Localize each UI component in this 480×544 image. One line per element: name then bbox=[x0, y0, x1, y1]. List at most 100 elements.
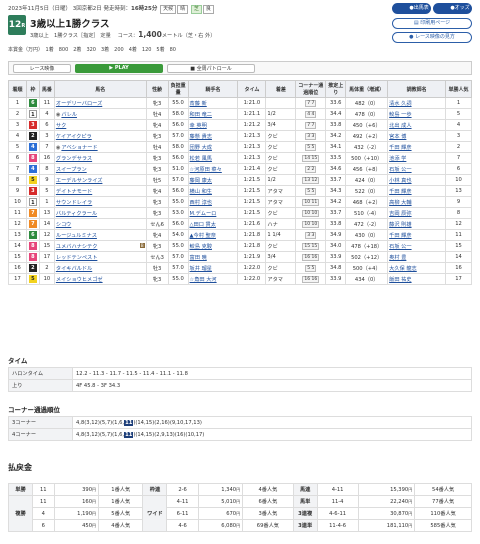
horse-name-link[interactable]: サク bbox=[56, 123, 66, 129]
jockey-link[interactable]: 鮫島 克駿 bbox=[190, 244, 212, 250]
jockey-link[interactable]: 坂井 瑠星 bbox=[190, 266, 212, 272]
cell-trainer: 飯田 祐史 bbox=[387, 273, 446, 285]
payout-row: 単勝 11 390円 1番人気 枠連 2-6 1,340円 4番人気 馬連 4-11 15,390円… bbox=[8, 483, 472, 496]
payout-popularity: 54番人気 bbox=[414, 483, 472, 496]
jockey-link[interactable]: 横山 和生 bbox=[190, 189, 212, 195]
payout-popularity: 69番人気 bbox=[242, 519, 294, 532]
trainer-link[interactable]: 北出 成人 bbox=[389, 123, 411, 129]
jockey-link[interactable]: 松若 風馬 bbox=[190, 156, 212, 162]
horse-name-link[interactable]: オーデリーバローズ bbox=[56, 101, 102, 107]
payout-amount: 1,340円 bbox=[197, 483, 244, 496]
cell-last: 34.1 bbox=[325, 141, 347, 153]
cell-horse: シコウ bbox=[53, 218, 147, 230]
frame-number: 3 bbox=[28, 187, 37, 195]
cell-corner: 15 15 bbox=[295, 240, 327, 252]
cell-sex-age: 牝3 bbox=[145, 163, 169, 175]
cell-corner: 16 16 bbox=[295, 273, 327, 285]
horse-name-link[interactable]: エーデルサンライズ bbox=[56, 178, 103, 184]
horse-name-link[interactable]: ユメバハナシテク bbox=[56, 244, 98, 250]
cell-rank: 9 bbox=[8, 185, 27, 197]
cell-rank: 12 bbox=[8, 218, 27, 230]
corner-positions: 7 7 bbox=[305, 99, 317, 107]
trainer-link[interactable]: 石坂 公一 bbox=[389, 167, 411, 173]
frame-number: 8 bbox=[28, 242, 37, 250]
cell-time: 1:21.6 bbox=[237, 218, 267, 230]
cell-sex-age: 牡4 bbox=[145, 141, 169, 153]
cell-corner: 2 2 bbox=[295, 163, 327, 175]
jockey-link[interactable]: 藤岡 康太 bbox=[190, 178, 212, 184]
play-video-button[interactable]: ▶ PLAY bbox=[75, 64, 163, 73]
trainer-link[interactable]: 千田 輝彦 bbox=[389, 189, 411, 195]
cell-pop: 3 bbox=[444, 130, 473, 142]
horse-name-link[interactable]: グランデサラス bbox=[56, 156, 92, 162]
trainer-link[interactable]: 高柳 大輔 bbox=[389, 200, 411, 206]
horse-name-link[interactable]: デイトナモード bbox=[56, 189, 92, 195]
print-page-button[interactable]: ▤ 印刷用ページ bbox=[392, 18, 472, 29]
cell-time: 1:21.3 bbox=[237, 141, 267, 153]
cell-jockey: ☆河原田 菜々 bbox=[187, 163, 239, 175]
jockey-link[interactable]: ☆河原田 菜々 bbox=[190, 167, 222, 173]
trainer-link[interactable]: 藤沢 則雄 bbox=[389, 222, 411, 228]
trainer-link[interactable]: 大久保 龍志 bbox=[389, 266, 417, 272]
yen-unit: 円 bbox=[92, 486, 97, 492]
horse-name-link[interactable]: サウンドレイラ bbox=[56, 200, 92, 206]
horse-name-link[interactable]: タイキバルドル bbox=[56, 266, 92, 272]
jockey-link[interactable]: 西村 淳也 bbox=[190, 200, 212, 206]
horse-name-link[interactable]: レッドテンペスト bbox=[56, 255, 98, 261]
horse-name-link[interactable]: ルージュルミナス bbox=[56, 233, 97, 239]
cell-pop: 8 bbox=[444, 207, 473, 219]
cell-corner: 10 11 bbox=[295, 196, 327, 208]
cell-weight: 56.0 bbox=[167, 152, 189, 164]
horse-name-link[interactable]: シコウ bbox=[56, 222, 71, 228]
trainer-link[interactable]: 鮫島 一歩 bbox=[389, 112, 411, 118]
trainer-link[interactable]: 奥村 豊 bbox=[389, 255, 406, 261]
jockey-link[interactable]: M.デムーロ bbox=[190, 211, 217, 217]
horse-name-link[interactable]: アベショナード bbox=[61, 145, 97, 151]
trainer-link[interactable]: 千田 輝彦 bbox=[389, 233, 411, 239]
trainer-link[interactable]: 千田 輝彦 bbox=[389, 145, 411, 151]
payout-amount: 390円 bbox=[53, 483, 100, 496]
how-to-watch-button[interactable]: ● レース映像の見方 bbox=[392, 32, 472, 43]
horse-name-link[interactable]: ケイアイクピラ bbox=[56, 134, 92, 140]
race-meeting: 3回京都2日 bbox=[72, 6, 102, 12]
odds-button[interactable]: ● オッズ bbox=[433, 3, 472, 14]
frame-number: 7 bbox=[28, 209, 37, 217]
corner-positions: 10 10 bbox=[302, 220, 320, 228]
jockey-link[interactable]: 団野 大成 bbox=[190, 145, 212, 151]
jockey-link[interactable]: △田口 貫太 bbox=[190, 222, 216, 228]
horse-name-link[interactable]: スイープラン bbox=[56, 167, 87, 173]
horse-table-button[interactable]: ● 出馬表 bbox=[392, 3, 431, 14]
jockey-link[interactable]: 和田 竜二 bbox=[190, 112, 212, 118]
jockey-link[interactable]: ☆角田 大河 bbox=[190, 277, 217, 283]
cell-sex-age: 牝4 bbox=[145, 229, 169, 241]
cell-corner: 10 10 bbox=[295, 218, 327, 230]
jockey-link[interactable]: 幸 英明 bbox=[190, 123, 207, 129]
trainer-link[interactable]: 池添 学 bbox=[389, 156, 406, 162]
cell-pop: 17 bbox=[444, 273, 473, 285]
jockey-link[interactable]: 富田 暁 bbox=[190, 255, 207, 261]
amount-value: 5,010 bbox=[221, 498, 237, 505]
cell-jockey: 西村 淳也 bbox=[187, 196, 239, 208]
trainer-link[interactable]: 小林 真也 bbox=[389, 178, 411, 184]
horse-name-link[interactable]: メイショウヒメゴゼ bbox=[56, 277, 103, 283]
cell-trainer: 清水 久詞 bbox=[387, 97, 446, 109]
cell-rank: 15 bbox=[8, 251, 27, 263]
trainer-link[interactable]: 吉岡 辰弥 bbox=[389, 211, 411, 217]
payout-amount: 160円 bbox=[53, 495, 100, 508]
trainer-link[interactable]: 飯田 祐史 bbox=[389, 277, 411, 283]
race-video-label: レース映像 bbox=[13, 64, 71, 73]
trainer-link[interactable]: 清水 久詞 bbox=[389, 101, 411, 107]
jockey-link[interactable]: 藤懸 貴志 bbox=[190, 134, 212, 140]
trainer-link[interactable]: 石坂 公一 bbox=[389, 244, 411, 250]
patrol-video-button[interactable]: ■ 全周パトロール bbox=[167, 64, 255, 73]
jockey-link[interactable]: ▲今村 聖奈 bbox=[190, 233, 216, 239]
jockey-link[interactable]: 斎藤 新 bbox=[190, 101, 207, 107]
cell-trainer: 藤沢 則雄 bbox=[387, 218, 446, 230]
horse-name-link[interactable]: バルティクラール bbox=[56, 211, 97, 217]
horse-name-link[interactable]: バレル bbox=[61, 112, 77, 118]
cell-bw: 522（0） bbox=[345, 185, 389, 197]
trainer-link[interactable]: 宮本 博 bbox=[389, 134, 406, 140]
cell-corner: 5 5 bbox=[295, 185, 327, 197]
frame-number: 1 bbox=[28, 110, 37, 118]
corner-positions: 4 4 bbox=[305, 110, 317, 118]
